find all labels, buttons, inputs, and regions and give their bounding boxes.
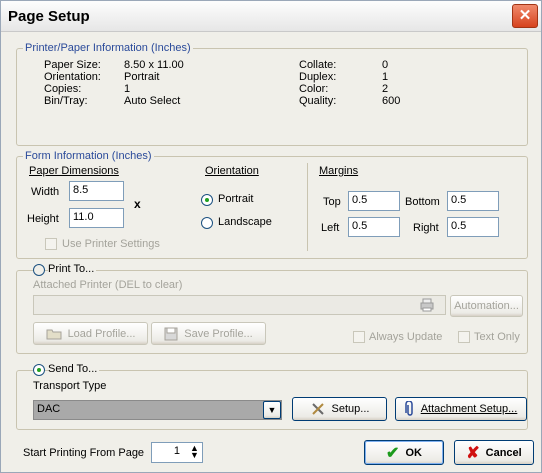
orientation-info-label: Orientation:: [44, 71, 101, 83]
margin-right-field[interactable]: 0.5: [447, 217, 499, 237]
dialog-title: Page Setup: [8, 8, 90, 25]
start-page-stepper[interactable]: ▲ ▼: [190, 444, 199, 460]
color-label: Color:: [299, 83, 329, 95]
duplex-value: 1: [382, 71, 389, 83]
duplex-label: Duplex:: [299, 71, 337, 83]
paper-dimensions-heading: Paper Dimensions: [29, 165, 119, 177]
always-update-label: Always Update: [369, 331, 443, 343]
setup-label: Setup...: [331, 403, 370, 415]
color-value: 2: [382, 83, 389, 95]
ok-label: OK: [405, 446, 422, 459]
printer-info-legend: Printer/Paper Information (Inches): [23, 42, 193, 54]
quality-label: Quality:: [299, 95, 337, 107]
attached-printer-label: Attached Printer (DEL to clear): [33, 279, 183, 291]
send-to-radio[interactable]: [33, 364, 45, 376]
paper-size-value: 8.50 x 11.00: [124, 59, 184, 71]
paperclip-icon: [404, 401, 413, 416]
ok-button[interactable]: ✔ OK: [364, 440, 444, 465]
use-printer-settings-checkbox[interactable]: [45, 238, 57, 250]
orientation-heading: Orientation: [205, 165, 259, 177]
quality-value: 600: [382, 95, 401, 107]
save-disk-icon: [164, 327, 178, 340]
margin-top-label: Top: [323, 196, 341, 208]
cancel-x-icon: ✘: [466, 444, 480, 462]
save-profile-label: Save Profile...: [184, 327, 253, 340]
chevron-down-icon: ▼: [267, 405, 277, 415]
save-profile-button[interactable]: Save Profile...: [151, 322, 266, 345]
print-to-group: Print To... Attached Printer (DEL to cle…: [16, 263, 528, 354]
always-update-checkbox[interactable]: [353, 331, 365, 343]
transport-type-label: Transport Type: [33, 380, 107, 392]
start-page-label: Start Printing From Page: [23, 447, 145, 459]
send-to-label[interactable]: Send To...: [48, 363, 100, 375]
portrait-radio[interactable]: [201, 194, 213, 206]
load-profile-button[interactable]: Load Profile...: [33, 322, 148, 345]
printer-info-group: Printer/Paper Information (Inches) Paper…: [16, 42, 528, 146]
margin-bottom-field[interactable]: 0.5: [447, 191, 499, 211]
transport-type-select[interactable]: DAC: [33, 400, 282, 420]
margin-bottom-label: Bottom: [405, 196, 440, 208]
transport-dropdown-button[interactable]: ▼: [263, 401, 281, 419]
width-label: Width: [31, 186, 60, 198]
orientation-info-value: Portrait: [124, 71, 160, 83]
portrait-label[interactable]: Portrait: [218, 193, 253, 205]
close-icon: ✕: [518, 7, 532, 24]
bin-tray-label: Bin/Tray:: [44, 95, 88, 107]
form-info-legend: Form Information (Inches): [23, 150, 154, 162]
landscape-radio[interactable]: [201, 217, 213, 229]
cancel-button[interactable]: ✘ Cancel: [454, 440, 534, 465]
margin-right-label: Right: [413, 222, 439, 234]
margin-left-label: Left: [321, 222, 340, 234]
attachment-setup-label: Attachment Setup...: [420, 403, 518, 415]
margins-heading: Margins: [319, 165, 359, 177]
attachment-setup-button[interactable]: Attachment Setup...: [395, 397, 527, 421]
transport-type-value: DAC: [37, 403, 61, 415]
close-button[interactable]: ✕: [512, 4, 538, 28]
setup-button[interactable]: Setup...: [292, 397, 387, 421]
margin-left-field[interactable]: 0.5: [348, 217, 400, 237]
height-field[interactable]: 11.0: [69, 208, 124, 228]
cancel-label: Cancel: [485, 446, 522, 459]
title-bar: Page Setup ✕: [1, 1, 541, 32]
form-info-group: Form Information (Inches) Paper Dimensio…: [16, 150, 528, 259]
dimension-x-symbol: x: [134, 197, 141, 211]
printer-icon: [420, 298, 434, 312]
stepper-down-icon[interactable]: ▼: [190, 450, 199, 460]
height-label: Height: [27, 213, 59, 225]
automation-button[interactable]: Automation...: [450, 295, 523, 317]
landscape-label[interactable]: Landscape: [218, 216, 272, 228]
bin-tray-value: Auto Select: [124, 95, 181, 107]
copies-label: Copies:: [44, 83, 82, 95]
print-to-label[interactable]: Print To...: [48, 263, 97, 275]
send-to-group: Send To... Transport Type DAC ▼ Setup...…: [16, 363, 528, 430]
width-field[interactable]: 8.5: [69, 181, 124, 201]
tools-icon: [311, 403, 324, 415]
printer-select-button[interactable]: [407, 295, 447, 315]
paper-size-label: Paper Size:: [44, 59, 101, 71]
use-printer-settings-label: Use Printer Settings: [62, 238, 160, 250]
copies-value: 1: [124, 83, 131, 95]
collate-value: 0: [382, 59, 389, 71]
margins-divider: [307, 163, 308, 251]
print-to-radio[interactable]: [33, 264, 45, 276]
folder-icon: [46, 329, 62, 340]
page-setup-dialog: Page Setup ✕ Printer/Paper Information (…: [0, 0, 542, 473]
checkmark-icon: ✔: [386, 444, 400, 462]
load-profile-label: Load Profile...: [67, 327, 136, 340]
text-only-label: Text Only: [474, 331, 520, 343]
text-only-checkbox[interactable]: [458, 331, 470, 343]
attached-printer-field[interactable]: [33, 295, 446, 315]
collate-label: Collate:: [299, 59, 337, 71]
margin-top-field[interactable]: 0.5: [348, 191, 400, 211]
